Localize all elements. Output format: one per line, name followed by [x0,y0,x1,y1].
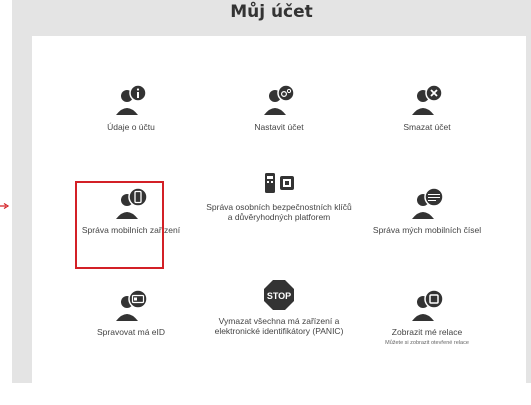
user-gear-icon [264,84,295,115]
tile-phone-numbers[interactable]: Správa mých mobilních čísel [352,186,502,235]
user-info-icon [116,84,147,115]
svg-text:STOP: STOP [267,291,291,301]
page-title: Můj účet [230,2,313,22]
tile-label: Nastavit účet [254,122,304,132]
tile-label: Správa osobních bezpečnostních klíčů a d… [206,202,352,222]
tile-account-settings[interactable]: Nastavit účet [204,83,354,132]
tile-label: Smazat účet [403,122,451,132]
user-eid-icon [116,289,148,321]
arrow-icon [0,203,10,209]
highlight-box [75,181,164,269]
tile-label: Spravovat má eID [96,327,166,337]
tile-sublabel: Můžete si zobrazit otevřené relace [385,340,469,346]
tile-label: Údaje o účtu [107,122,155,132]
scroll-fade [32,359,526,383]
tile-sessions[interactable]: Zobrazit mé relace Můžete si zobrazit ot… [352,288,502,346]
tile-account-info[interactable]: Údaje o účtu [56,83,206,132]
security-key-icon [265,173,294,193]
tile-delete-account[interactable]: Smazat účet [352,83,502,132]
tile-label: Vymazat všechna má zařízení a elektronic… [214,316,344,336]
tile-eid[interactable]: Spravovat má eID [56,288,206,337]
tile-security-keys[interactable]: Správa osobních bezpečnostních klíčů a d… [204,171,354,222]
tile-label: Zobrazit mé relace [391,327,463,337]
user-phone-number-icon [412,187,444,219]
tile-label: Správa mých mobilních čísel [372,225,482,235]
stop-sign-icon: STOP [264,280,294,310]
user-session-icon [412,289,444,321]
tile-panic[interactable]: STOP Vymazat všechna má zařízení a elekt… [204,279,354,336]
user-delete-icon [412,84,443,115]
